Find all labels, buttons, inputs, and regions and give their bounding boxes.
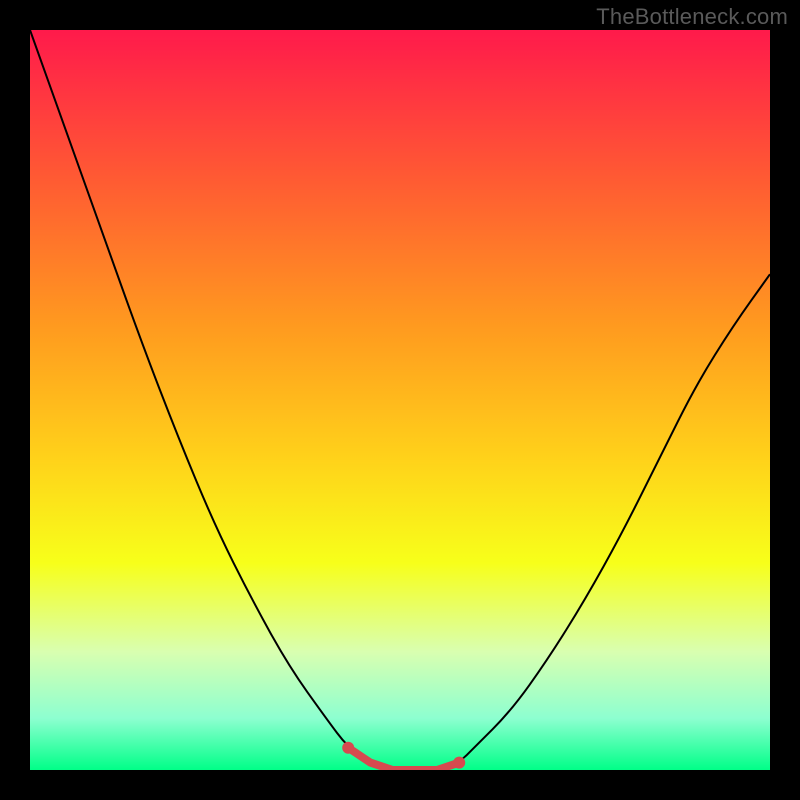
plot-area xyxy=(30,30,770,770)
chart-svg xyxy=(30,30,770,770)
chart-frame: TheBottleneck.com xyxy=(0,0,800,800)
highlight-endpoint xyxy=(342,742,354,754)
highlight-endpoint xyxy=(453,757,465,769)
watermark-text: TheBottleneck.com xyxy=(596,4,788,30)
gradient-background xyxy=(30,30,770,770)
